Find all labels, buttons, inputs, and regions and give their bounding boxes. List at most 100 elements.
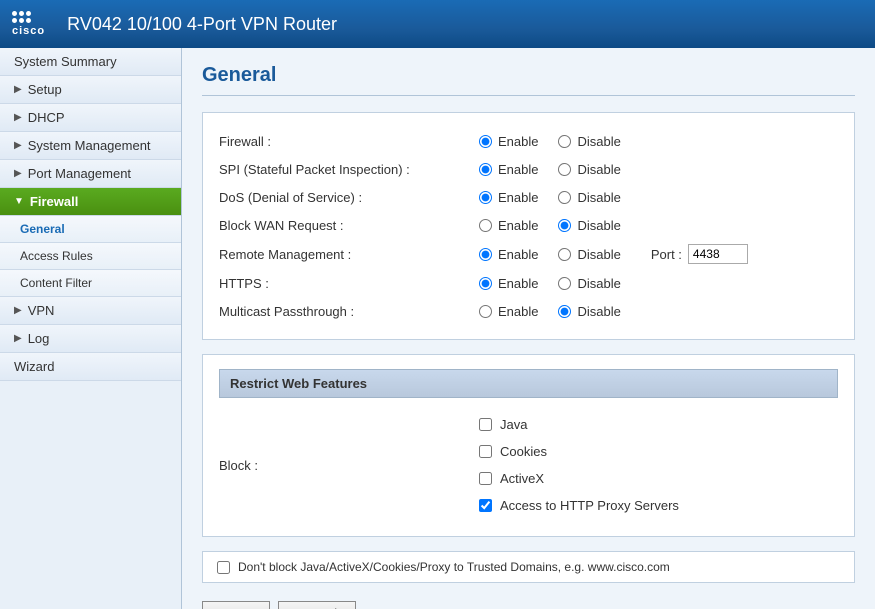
remote-mgmt-row: Remote Management : Enable Disable Port … bbox=[219, 239, 838, 269]
trusted-domains-row: Don't block Java/ActiveX/Cookies/Proxy t… bbox=[202, 551, 855, 583]
sidebar-item-vpn[interactable]: ▶ VPN bbox=[0, 297, 181, 325]
block-label: Block : bbox=[219, 458, 479, 473]
dos-row: DoS (Denial of Service) : Enable Disable bbox=[219, 183, 838, 211]
cookies-row: Cookies bbox=[479, 440, 679, 463]
sidebar-item-label: Content Filter bbox=[20, 276, 92, 290]
remote-mgmt-enable-radio[interactable] bbox=[479, 248, 492, 261]
remote-mgmt-label: Remote Management : bbox=[219, 247, 479, 262]
block-wan-disable-label: Disable bbox=[577, 218, 620, 233]
https-disable-radio[interactable] bbox=[558, 277, 571, 290]
restrict-web-header: Restrict Web Features bbox=[219, 369, 838, 398]
sidebar-item-dhcp[interactable]: ▶ DHCP bbox=[0, 104, 181, 132]
firewall-disable-radio[interactable] bbox=[558, 135, 571, 148]
firewall-label: Firewall : bbox=[219, 134, 479, 149]
proxy-checkbox[interactable] bbox=[479, 499, 492, 512]
cisco-logo: cisco bbox=[12, 11, 45, 37]
https-disable-label: Disable bbox=[577, 276, 620, 291]
spi-enable-group: Enable bbox=[479, 162, 538, 177]
arrow-icon: ▶ bbox=[14, 168, 22, 179]
arrow-icon: ▶ bbox=[14, 305, 22, 316]
spi-row: SPI (Stateful Packet Inspection) : Enabl… bbox=[219, 155, 838, 183]
activex-row: ActiveX bbox=[479, 467, 679, 490]
arrow-icon: ▼ bbox=[14, 196, 24, 207]
dos-disable-radio[interactable] bbox=[558, 191, 571, 204]
block-wan-enable-group: Enable bbox=[479, 218, 538, 233]
proxy-label: Access to HTTP Proxy Servers bbox=[500, 498, 679, 513]
https-row: HTTPS : Enable Disable bbox=[219, 269, 838, 297]
firewall-disable-group: Disable bbox=[558, 134, 620, 149]
trusted-domains-label: Don't block Java/ActiveX/Cookies/Proxy t… bbox=[238, 560, 670, 574]
cookies-checkbox[interactable] bbox=[479, 445, 492, 458]
cookies-label: Cookies bbox=[500, 444, 547, 459]
arrow-icon: ▶ bbox=[14, 112, 22, 123]
spi-enable-label: Enable bbox=[498, 162, 538, 177]
page-title: General bbox=[202, 64, 855, 96]
remote-mgmt-enable-group: Enable bbox=[479, 247, 538, 262]
multicast-enable-group: Enable bbox=[479, 304, 538, 319]
sidebar-item-label: Setup bbox=[28, 82, 62, 97]
remote-mgmt-disable-label: Disable bbox=[577, 247, 620, 262]
block-label-row: Block : Java Cookies ActiveX bbox=[219, 408, 838, 522]
block-wan-disable-radio[interactable] bbox=[558, 219, 571, 232]
java-row: Java bbox=[479, 413, 679, 436]
remote-mgmt-disable-group: Disable bbox=[558, 247, 620, 262]
multicast-enable-radio[interactable] bbox=[479, 305, 492, 318]
sidebar-item-setup[interactable]: ▶ Setup bbox=[0, 76, 181, 104]
sidebar-item-label: Wizard bbox=[14, 359, 54, 374]
multicast-disable-label: Disable bbox=[577, 304, 620, 319]
dos-enable-group: Enable bbox=[479, 190, 538, 205]
dos-disable-group: Disable bbox=[558, 190, 620, 205]
remote-mgmt-enable-label: Enable bbox=[498, 247, 538, 262]
https-enable-group: Enable bbox=[479, 276, 538, 291]
sidebar-item-label: Port Management bbox=[28, 166, 131, 181]
sidebar-item-system-management[interactable]: ▶ System Management bbox=[0, 132, 181, 160]
multicast-row: Multicast Passthrough : Enable Disable bbox=[219, 297, 838, 325]
multicast-disable-group: Disable bbox=[558, 304, 620, 319]
sidebar-item-log[interactable]: ▶ Log bbox=[0, 325, 181, 353]
sidebar-item-general[interactable]: General bbox=[0, 216, 181, 243]
block-wan-row: Block WAN Request : Enable Disable bbox=[219, 211, 838, 239]
java-checkbox[interactable] bbox=[479, 418, 492, 431]
port-input[interactable] bbox=[688, 244, 748, 264]
dos-enable-radio[interactable] bbox=[479, 191, 492, 204]
dos-label: DoS (Denial of Service) : bbox=[219, 190, 479, 205]
spi-disable-group: Disable bbox=[558, 162, 620, 177]
https-enable-radio[interactable] bbox=[479, 277, 492, 290]
https-disable-group: Disable bbox=[558, 276, 620, 291]
sidebar: System Summary ▶ Setup ▶ DHCP ▶ System M… bbox=[0, 48, 182, 609]
sidebar-item-label: Firewall bbox=[30, 194, 78, 209]
java-label: Java bbox=[500, 417, 527, 432]
cancel-button[interactable]: Cancel bbox=[278, 601, 356, 609]
sidebar-item-firewall[interactable]: ▼ Firewall bbox=[0, 188, 181, 216]
sidebar-item-content-filter[interactable]: Content Filter bbox=[0, 270, 181, 297]
header-title: RV042 10/100 4-Port VPN Router bbox=[67, 14, 337, 35]
sidebar-item-access-rules[interactable]: Access Rules bbox=[0, 243, 181, 270]
firewall-enable-radio[interactable] bbox=[479, 135, 492, 148]
spi-disable-radio[interactable] bbox=[558, 163, 571, 176]
firewall-enable-label: Enable bbox=[498, 134, 538, 149]
spi-label: SPI (Stateful Packet Inspection) : bbox=[219, 162, 479, 177]
block-wan-enable-radio[interactable] bbox=[479, 219, 492, 232]
multicast-disable-radio[interactable] bbox=[558, 305, 571, 318]
activex-label: ActiveX bbox=[500, 471, 544, 486]
cisco-text: cisco bbox=[12, 25, 45, 37]
sidebar-item-label: General bbox=[20, 222, 65, 236]
button-row: Save Cancel bbox=[202, 597, 855, 609]
remote-mgmt-disable-radio[interactable] bbox=[558, 248, 571, 261]
trusted-domains-checkbox[interactable] bbox=[217, 561, 230, 574]
sidebar-item-port-management[interactable]: ▶ Port Management bbox=[0, 160, 181, 188]
spi-disable-label: Disable bbox=[577, 162, 620, 177]
block-wan-disable-group: Disable bbox=[558, 218, 620, 233]
https-enable-label: Enable bbox=[498, 276, 538, 291]
https-label: HTTPS : bbox=[219, 276, 479, 291]
sidebar-item-wizard[interactable]: Wizard bbox=[0, 353, 181, 381]
activex-checkbox[interactable] bbox=[479, 472, 492, 485]
sidebar-item-system-summary[interactable]: System Summary bbox=[0, 48, 181, 76]
sidebar-item-label: System Summary bbox=[14, 54, 117, 69]
save-button[interactable]: Save bbox=[202, 601, 270, 609]
sidebar-item-label: VPN bbox=[28, 303, 55, 318]
port-group: Port : bbox=[651, 244, 748, 264]
spi-enable-radio[interactable] bbox=[479, 163, 492, 176]
sidebar-item-label: Access Rules bbox=[20, 249, 93, 263]
dos-enable-label: Enable bbox=[498, 190, 538, 205]
